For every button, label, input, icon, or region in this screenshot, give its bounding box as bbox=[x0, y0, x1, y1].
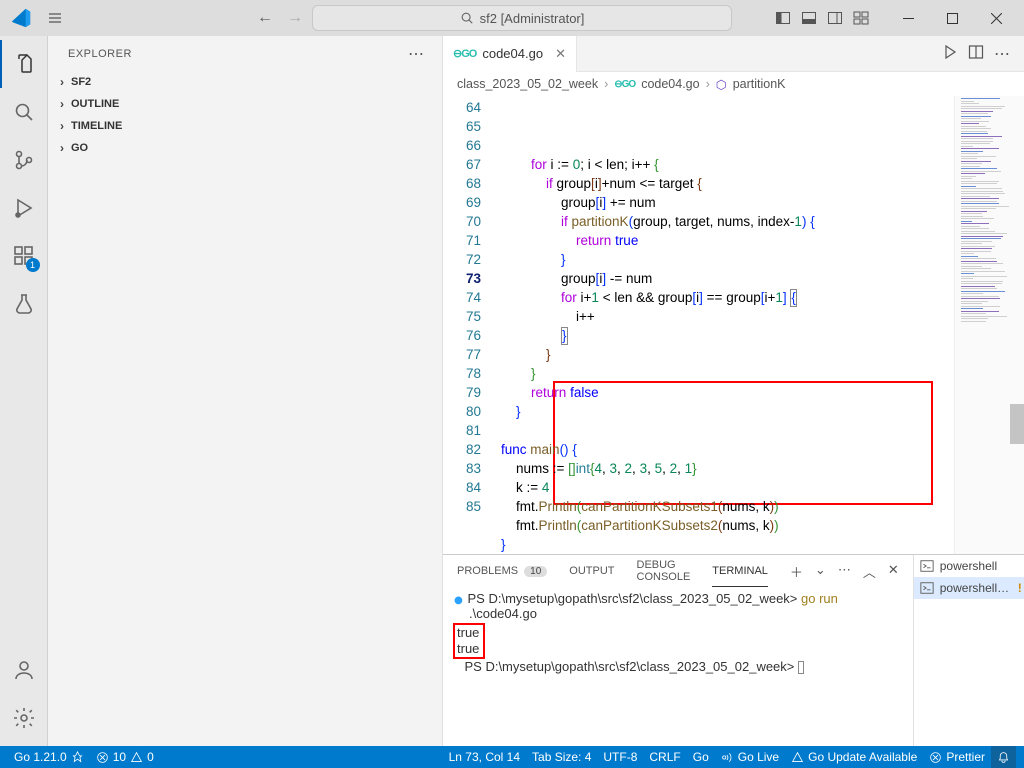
settings-icon[interactable] bbox=[0, 694, 48, 742]
vscode-logo-icon bbox=[10, 7, 32, 29]
minimize-button[interactable] bbox=[886, 3, 930, 33]
sidebar-section-timeline[interactable]: ›TIMELINE bbox=[48, 115, 442, 137]
source-control-icon[interactable] bbox=[0, 136, 48, 184]
status-go-version[interactable]: Go 1.21.0 bbox=[8, 746, 90, 768]
status-cursor[interactable]: Ln 73, Col 14 bbox=[443, 746, 526, 768]
window-controls bbox=[886, 3, 1018, 33]
status-problems[interactable]: 10 0 bbox=[90, 746, 160, 768]
close-icon[interactable]: ✕ bbox=[555, 46, 566, 62]
extensions-icon[interactable]: 1 bbox=[0, 232, 48, 280]
tab-label: code04.go bbox=[482, 46, 543, 61]
explorer-icon[interactable] bbox=[0, 40, 48, 88]
explorer-label: EXPLORER bbox=[68, 48, 132, 60]
maximize-button[interactable] bbox=[930, 3, 974, 33]
sidebar-section-outline[interactable]: ›OUTLINE bbox=[48, 93, 442, 115]
tab-code04[interactable]: ⊖GO code04.go ✕ bbox=[443, 36, 577, 72]
warning-icon: ! bbox=[1018, 581, 1022, 595]
nav-arrows: ← → bbox=[254, 9, 306, 27]
split-editor-icon[interactable] bbox=[968, 44, 984, 64]
breadcrumb-symbol: partitionK bbox=[733, 77, 786, 91]
testing-icon[interactable] bbox=[0, 280, 48, 328]
terminal-powershell[interactable]: powershell bbox=[914, 555, 1024, 577]
maximize-panel-icon[interactable]: ︿ bbox=[863, 562, 876, 581]
layout-bottom-icon[interactable] bbox=[798, 7, 820, 29]
minimap-slider[interactable] bbox=[1010, 404, 1024, 444]
terminal-powershell-2[interactable]: powershell cl…! bbox=[914, 577, 1024, 599]
sidebar: EXPLORER ⋯ ›SF2›OUTLINE›TIMELINE›GO bbox=[48, 36, 443, 746]
status-tab-size[interactable]: Tab Size: 4 bbox=[526, 746, 597, 768]
sidebar-header: EXPLORER ⋯ bbox=[48, 36, 442, 71]
activity-bar: 1 bbox=[0, 36, 48, 746]
customize-layout-icon[interactable] bbox=[850, 7, 872, 29]
terminal-list: powershell powershell cl…! bbox=[913, 555, 1024, 746]
symbol-icon: ⬡ bbox=[716, 77, 727, 92]
breadcrumb-folder: class_2023_05_02_week bbox=[457, 77, 598, 91]
terminal[interactable]: ● PS D:\mysetup\gopath\src\sf2\class_202… bbox=[443, 587, 913, 746]
run-icon[interactable] bbox=[942, 44, 958, 64]
command-center[interactable]: sf2 [Administrator] bbox=[312, 5, 732, 31]
new-terminal-icon[interactable]: ＋ bbox=[790, 562, 803, 581]
back-icon[interactable]: ← bbox=[254, 9, 276, 27]
run-debug-icon[interactable] bbox=[0, 184, 48, 232]
tab-debug-console[interactable]: DEBUG CONSOLE bbox=[637, 555, 691, 587]
menu-icon[interactable] bbox=[44, 7, 66, 29]
status-prettier[interactable]: Prettier bbox=[923, 746, 991, 768]
forward-icon[interactable]: → bbox=[284, 9, 306, 27]
status-go-live[interactable]: Go Live bbox=[715, 746, 785, 768]
close-button[interactable] bbox=[974, 3, 1018, 33]
code-editor[interactable]: 6465666768697071727374757677787980818283… bbox=[443, 96, 1024, 554]
layout-icons bbox=[772, 7, 872, 29]
breadcrumb[interactable]: class_2023_05_02_week › ⊖GO code04.go › … bbox=[443, 72, 1024, 96]
title-text: sf2 [Administrator] bbox=[480, 11, 585, 26]
editor-more-icon[interactable]: ⋯ bbox=[994, 44, 1012, 64]
editor-area: ⊖GO code04.go ✕ ⋯ class_2023_05_02_week … bbox=[443, 36, 1024, 746]
panel-more-icon[interactable]: ⋯ bbox=[838, 562, 851, 581]
terminal-cursor bbox=[798, 661, 804, 674]
tab-problems[interactable]: PROBLEMS10 bbox=[457, 555, 547, 587]
output-annotation-box: true true bbox=[453, 623, 485, 659]
tab-terminal[interactable]: TERMINAL bbox=[712, 555, 768, 587]
terminal-dropdown-icon[interactable]: ⌄ bbox=[815, 562, 826, 581]
sidebar-section-go[interactable]: ›GO bbox=[48, 137, 442, 159]
go-file-icon: ⊖GO bbox=[614, 79, 635, 90]
editor-tabs: ⊖GO code04.go ✕ ⋯ bbox=[443, 36, 1024, 72]
search-icon[interactable] bbox=[0, 88, 48, 136]
status-eol[interactable]: CRLF bbox=[643, 746, 686, 768]
close-panel-icon[interactable]: ✕ bbox=[888, 562, 899, 581]
active-dot-icon: ● bbox=[453, 590, 464, 610]
status-notifications-icon[interactable] bbox=[991, 746, 1016, 768]
sidebar-more-icon[interactable]: ⋯ bbox=[408, 44, 426, 64]
panel: PROBLEMS10 OUTPUT DEBUG CONSOLE TERMINAL… bbox=[443, 554, 1024, 746]
go-file-icon: ⊖GO bbox=[453, 47, 476, 60]
breadcrumb-file: code04.go bbox=[641, 77, 699, 91]
status-language[interactable]: Go bbox=[687, 746, 715, 768]
status-bar: Go 1.21.0 10 0 Ln 73, Col 14 Tab Size: 4… bbox=[0, 746, 1024, 768]
tab-output[interactable]: OUTPUT bbox=[569, 555, 614, 587]
layout-right-icon[interactable] bbox=[824, 7, 846, 29]
accounts-icon[interactable] bbox=[0, 646, 48, 694]
layout-left-icon[interactable] bbox=[772, 7, 794, 29]
status-go-update[interactable]: Go Update Available bbox=[785, 746, 923, 768]
sidebar-section-sf2[interactable]: ›SF2 bbox=[48, 71, 442, 93]
minimap[interactable] bbox=[954, 96, 1024, 554]
titlebar: ← → sf2 [Administrator] bbox=[0, 0, 1024, 36]
extensions-badge: 1 bbox=[26, 258, 40, 272]
status-encoding[interactable]: UTF-8 bbox=[597, 746, 643, 768]
panel-tabs: PROBLEMS10 OUTPUT DEBUG CONSOLE TERMINAL… bbox=[443, 555, 913, 587]
